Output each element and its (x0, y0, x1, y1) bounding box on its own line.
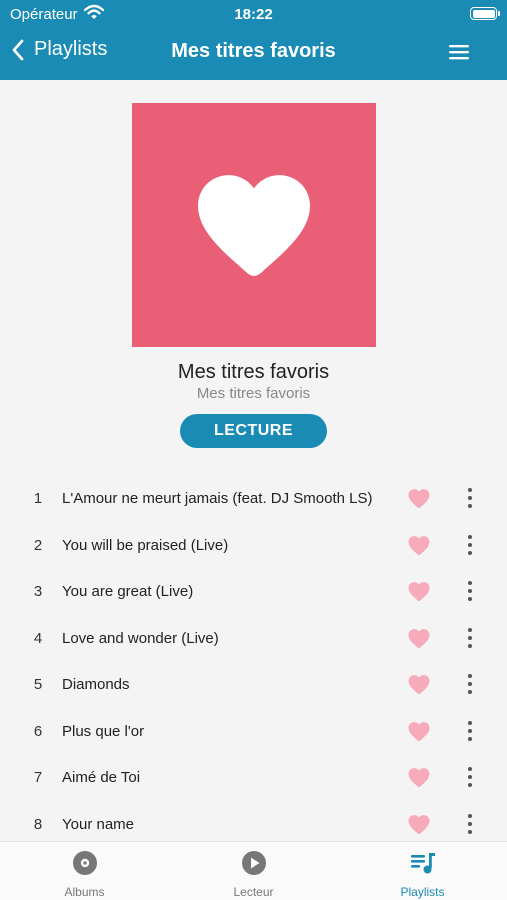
more-options-icon[interactable] (464, 581, 476, 601)
favorite-heart-icon[interactable] (407, 628, 431, 654)
track-title: Love and wonder (Live) (62, 629, 219, 647)
tab-bar: Albums Lecteur Playlists (0, 841, 507, 900)
more-options-icon[interactable] (464, 767, 476, 787)
favorite-heart-icon[interactable] (407, 581, 431, 607)
navigation-bar: Playlists Mes titres favoris (0, 28, 507, 78)
tab-label: Playlists (400, 885, 445, 899)
more-options-icon[interactable] (464, 627, 476, 648)
track-number: 3 (33, 583, 43, 600)
track-number: 4 (33, 629, 43, 647)
track-row[interactable]: 5 Diamonds (0, 661, 507, 708)
track-row[interactable]: 4 Love and wonder (Live) (0, 615, 507, 662)
playlist-icon (410, 850, 436, 885)
favorite-heart-icon[interactable] (407, 767, 431, 793)
play-button[interactable]: LECTURE (180, 414, 327, 448)
track-list: 1 L'Amour ne meurt jamais (feat. DJ Smoot… (0, 475, 507, 847)
track-row[interactable]: 1 L'Amour ne meurt jamais (feat. DJ Smoot… (0, 475, 507, 522)
favorite-heart-icon[interactable] (407, 721, 431, 747)
status-bar: Opérateur 18:22 (0, 0, 507, 28)
track-row[interactable]: 2 You will be praised (Live) (0, 522, 507, 569)
track-title: Your name (62, 815, 134, 833)
playlist-title: Mes titres favoris (177, 361, 330, 383)
track-row[interactable]: 7 Aimé de Toi (0, 754, 507, 801)
tab-label: Albums (64, 885, 105, 899)
tab-playlists[interactable]: Playlists (338, 842, 507, 900)
track-number: 6 (33, 722, 43, 740)
track-title: You are great (Live) (62, 583, 194, 600)
top-bar: Opérateur 18:22 Playlists Mes titres fav… (0, 0, 507, 80)
menu-icon[interactable] (447, 42, 471, 62)
track-title: L'Amour ne meurt jamais (feat. DJ Smooth… (62, 490, 373, 507)
favorite-heart-icon[interactable] (407, 814, 431, 840)
battery-icon (470, 7, 500, 20)
track-row[interactable]: 6 Plus que l'or (0, 708, 507, 755)
track-title: Plus que l'or (62, 722, 145, 740)
more-options-icon[interactable] (464, 813, 476, 834)
more-options-icon[interactable] (464, 488, 476, 508)
favorite-heart-icon[interactable] (407, 535, 431, 561)
more-options-icon[interactable] (464, 720, 476, 741)
track-number: 1 (33, 490, 43, 507)
track-title: Diamonds (62, 676, 130, 693)
track-number: 7 (33, 769, 43, 786)
track-number: 8 (33, 815, 43, 833)
tab-lecteur[interactable]: Lecteur (169, 842, 338, 900)
playlist-subtitle: Mes titres favoris (196, 385, 311, 402)
track-title: Aimé de Toi (62, 769, 141, 786)
heart-icon (198, 175, 310, 276)
track-number: 5 (33, 676, 43, 693)
tab-label: Lecteur (233, 885, 274, 899)
play-circle-icon (241, 850, 267, 885)
favorite-heart-icon[interactable] (407, 488, 431, 514)
track-row[interactable]: 3 You are great (Live) (0, 568, 507, 615)
track-title: You will be praised (Live) (62, 536, 229, 554)
tab-albums[interactable]: Albums (0, 842, 169, 900)
disc-icon (72, 850, 98, 885)
playlist-cover (132, 103, 376, 347)
more-options-icon[interactable] (464, 534, 476, 555)
favorite-heart-icon[interactable] (407, 674, 431, 700)
page-title: Mes titres favoris (171, 40, 336, 62)
more-options-icon[interactable] (464, 674, 476, 694)
track-number: 2 (33, 536, 43, 554)
status-time: 18:22 (234, 6, 273, 23)
